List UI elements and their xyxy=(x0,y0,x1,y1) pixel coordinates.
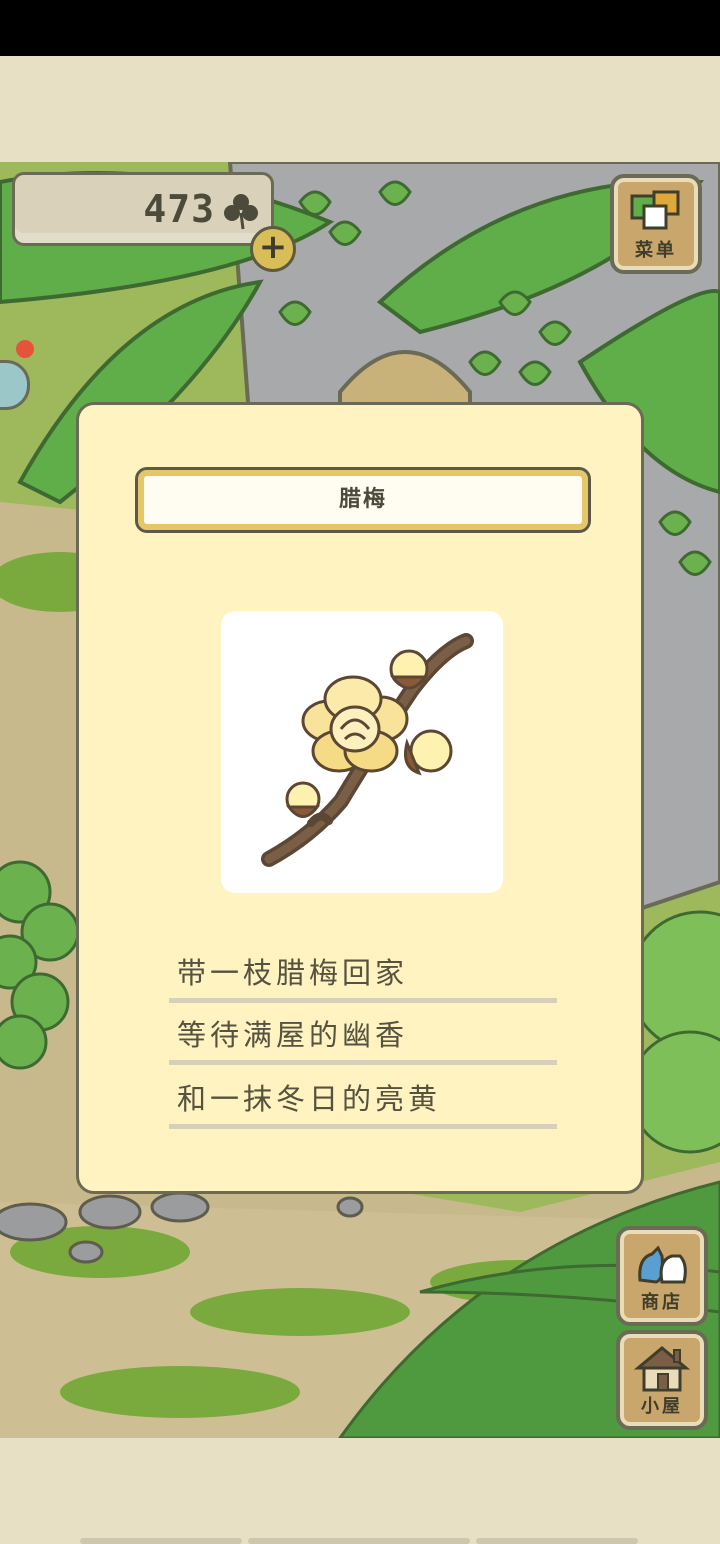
description-line-3: 和一抹冬日的亮黄 xyxy=(169,1077,557,1129)
add-clover-button[interactable]: + xyxy=(250,226,296,272)
item-card: 腊梅 带一枝腊梅回家 等待满屋的幽香 和一抹冬日的亮黄 xyxy=(76,402,644,1194)
house-icon xyxy=(634,1346,690,1392)
item-image-frame xyxy=(221,611,503,893)
house-label: 小屋 xyxy=(641,1396,683,1417)
status-bar xyxy=(0,0,720,56)
shop-label: 商店 xyxy=(641,1292,683,1313)
nav-handle-right xyxy=(476,1538,638,1544)
house-button[interactable]: 小屋 xyxy=(616,1330,708,1430)
notification-dot xyxy=(16,340,34,358)
item-title: 腊梅 xyxy=(135,467,591,533)
description-line-1: 带一枝腊梅回家 xyxy=(169,951,557,1003)
clover-count: 473 xyxy=(143,187,215,231)
nav-handle-center xyxy=(248,1538,470,1544)
menu-label: 菜单 xyxy=(635,240,677,261)
clover-counter: 473 xyxy=(12,172,274,246)
nav-handle-left xyxy=(80,1538,242,1544)
shop-button[interactable]: 商店 xyxy=(616,1226,708,1326)
menu-icon xyxy=(630,190,680,230)
wintersweet-branch-icon xyxy=(261,633,474,867)
top-band xyxy=(0,56,720,162)
bottom-band xyxy=(0,1438,720,1544)
shop-bag-icon xyxy=(638,1245,687,1284)
clover-icon xyxy=(224,194,258,230)
menu-button[interactable]: 菜单 xyxy=(610,174,702,274)
description-line-2: 等待满屋的幽香 xyxy=(169,1013,557,1065)
